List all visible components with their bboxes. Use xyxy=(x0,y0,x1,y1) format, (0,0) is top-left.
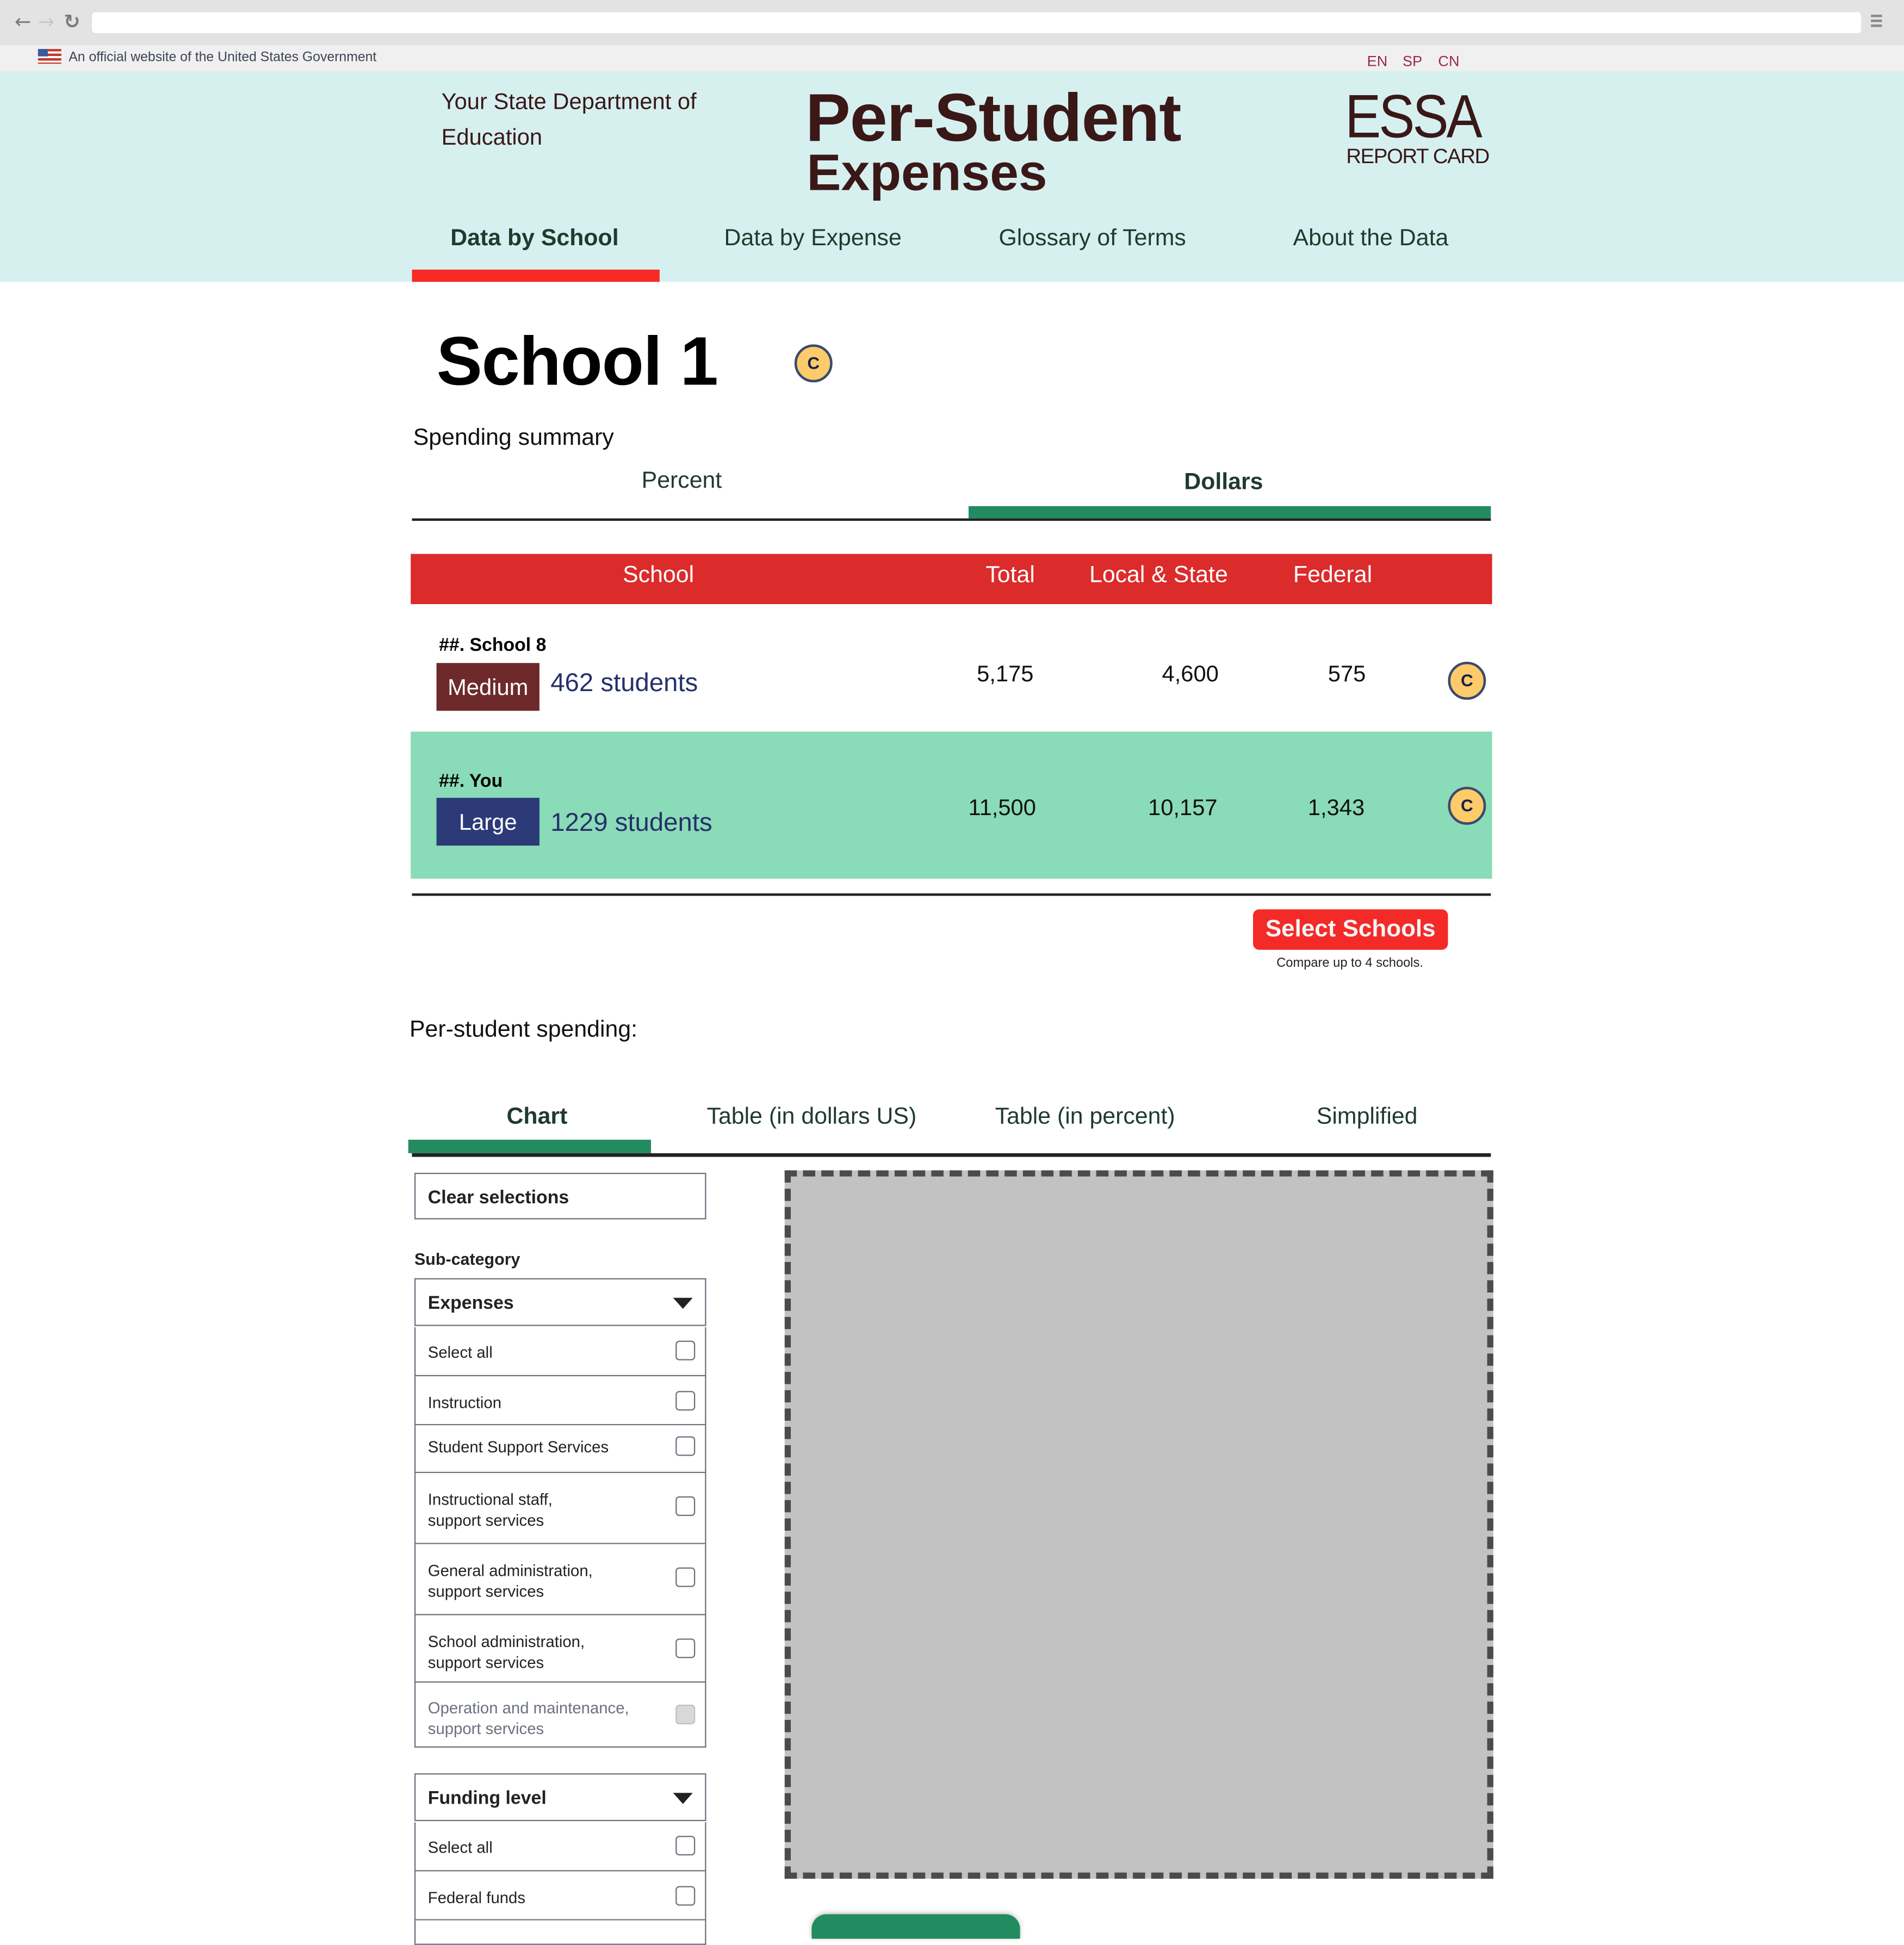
spending-summary-label: Spending summary xyxy=(413,425,614,451)
checkbox[interactable] xyxy=(675,1638,696,1658)
language-en-link[interactable]: EN xyxy=(1367,53,1388,70)
us-flag-icon xyxy=(38,49,61,64)
checkbox[interactable] xyxy=(675,1496,696,1516)
student-count: 1229 students xyxy=(550,809,712,837)
expense-option-instruction[interactable]: Instruction xyxy=(414,1376,706,1426)
clear-selections-button[interactable]: Clear selections xyxy=(414,1172,706,1220)
gov-banner-text: An official website of the United States… xyxy=(69,50,377,65)
option-label: School administration, support services xyxy=(427,1632,585,1672)
column-header-federal[interactable]: Federal xyxy=(1293,562,1372,589)
expense-option-select-all[interactable]: Select all xyxy=(414,1327,706,1377)
nav-data-by-school[interactable]: Data by School xyxy=(450,226,618,253)
checkbox[interactable] xyxy=(675,1391,696,1411)
school-row-name: ##. You xyxy=(439,770,503,792)
language-cn-link[interactable]: CN xyxy=(1438,53,1459,70)
tab-simplified[interactable]: Simplified xyxy=(1317,1104,1418,1132)
funding-option-federal-funds[interactable]: Federal funds xyxy=(414,1871,706,1921)
checkbox[interactable] xyxy=(675,1340,696,1360)
caret-down-icon xyxy=(673,1297,693,1309)
compare-hint: Compare up to 4 schools. xyxy=(1276,955,1423,971)
grade-c-badge-icon[interactable]: C xyxy=(1448,662,1486,700)
tabs-divider xyxy=(412,518,1491,521)
tab-chart[interactable]: Chart xyxy=(506,1104,567,1132)
school-row-name: ##. School 8 xyxy=(439,635,547,656)
checkbox-disabled xyxy=(675,1705,696,1725)
checkbox[interactable] xyxy=(675,1836,696,1856)
checkbox[interactable] xyxy=(675,1886,696,1906)
expense-option-school-admin[interactable]: School administration, support services xyxy=(414,1615,706,1683)
option-label: Federal funds xyxy=(427,1888,526,1907)
page-title-line2: Expenses xyxy=(807,143,1047,201)
caret-down-icon xyxy=(673,1793,693,1804)
option-label: Student Support Services xyxy=(427,1437,609,1456)
option-label: Operation and maintenance, support servi… xyxy=(427,1698,629,1738)
funding-option-select-all[interactable]: Select all xyxy=(414,1822,706,1872)
expense-option-student-support[interactable]: Student Support Services xyxy=(414,1425,706,1474)
school-size-badge: Large xyxy=(436,798,539,846)
column-header-local-state[interactable]: Local & State xyxy=(1089,562,1228,589)
local-state-value: 4,600 xyxy=(1162,660,1219,687)
local-state-value: 10,157 xyxy=(1148,794,1218,820)
arrow-right-icon[interactable]: → xyxy=(38,10,54,33)
report-card-logo-text: REPORT CARD xyxy=(1346,144,1490,168)
school-title: School 1 xyxy=(436,322,718,400)
grade-c-badge-icon[interactable]: C xyxy=(794,344,833,383)
expenses-dropdown-label: Expenses xyxy=(427,1292,514,1314)
checkbox[interactable] xyxy=(675,1567,696,1587)
tab-percent[interactable]: Percent xyxy=(642,468,722,495)
nav-glossary-of-terms[interactable]: Glossary of Terms xyxy=(998,226,1186,253)
tab-active-indicator xyxy=(408,1140,652,1153)
tab-table-percent[interactable]: Table (in percent) xyxy=(995,1104,1175,1132)
checkbox[interactable] xyxy=(675,1436,696,1456)
tab-dollars[interactable]: Dollars xyxy=(1184,469,1263,496)
total-value: 5,175 xyxy=(977,660,1034,687)
chart-action-button[interactable] xyxy=(811,1914,1020,1939)
expense-option-general-admin[interactable]: General administration, support services xyxy=(414,1544,706,1615)
subcategory-label: Sub-category xyxy=(414,1250,520,1269)
total-value: 11,500 xyxy=(968,794,1036,820)
federal-value: 1,343 xyxy=(1307,794,1365,820)
option-label: Instructional staff, support services xyxy=(427,1490,553,1530)
tabs-divider xyxy=(412,1153,1491,1157)
nav-active-indicator xyxy=(412,269,660,282)
grade-c-badge-icon[interactable]: C xyxy=(1448,786,1486,825)
table-bottom-divider xyxy=(412,893,1491,896)
chart-placeholder xyxy=(784,1170,1493,1879)
funding-level-dropdown[interactable]: Funding level xyxy=(414,1773,706,1822)
option-label: Select all xyxy=(427,1343,493,1362)
per-student-spending-label: Per-student spending: xyxy=(409,1017,638,1043)
option-label: Select all xyxy=(427,1838,493,1857)
option-label: General administration, support services xyxy=(427,1561,593,1601)
federal-value: 575 xyxy=(1328,660,1366,687)
option-label: Instruction xyxy=(427,1393,502,1412)
essa-logo: ESSA xyxy=(1345,82,1483,151)
language-sp-link[interactable]: SP xyxy=(1403,53,1422,70)
nav-about-the-data[interactable]: About the Data xyxy=(1293,226,1449,253)
expenses-dropdown[interactable]: Expenses xyxy=(414,1278,706,1326)
reload-icon[interactable]: ↻ xyxy=(64,10,80,33)
funding-option-next[interactable] xyxy=(414,1920,706,1945)
expense-option-operation-maintenance: Operation and maintenance, support servi… xyxy=(414,1682,706,1748)
select-schools-button[interactable]: Select Schools xyxy=(1252,909,1448,950)
nav-data-by-expense[interactable]: Data by Expense xyxy=(724,226,902,253)
arrow-left-icon[interactable]: ← xyxy=(15,10,31,33)
expense-option-instructional-staff[interactable]: Instructional staff, support services xyxy=(414,1473,706,1544)
tab-table-dollars[interactable]: Table (in dollars US) xyxy=(707,1104,917,1132)
column-header-school[interactable]: School xyxy=(623,562,694,589)
student-count: 462 students xyxy=(550,669,698,698)
column-header-total[interactable]: Total xyxy=(985,562,1034,589)
hamburger-menu-icon[interactable] xyxy=(1871,15,1882,28)
tab-active-indicator xyxy=(968,506,1491,519)
address-bar[interactable] xyxy=(92,12,1862,33)
department-name: Your State Department of Education xyxy=(441,88,697,150)
funding-dropdown-label: Funding level xyxy=(427,1788,547,1809)
school-size-badge: Medium xyxy=(436,663,539,711)
